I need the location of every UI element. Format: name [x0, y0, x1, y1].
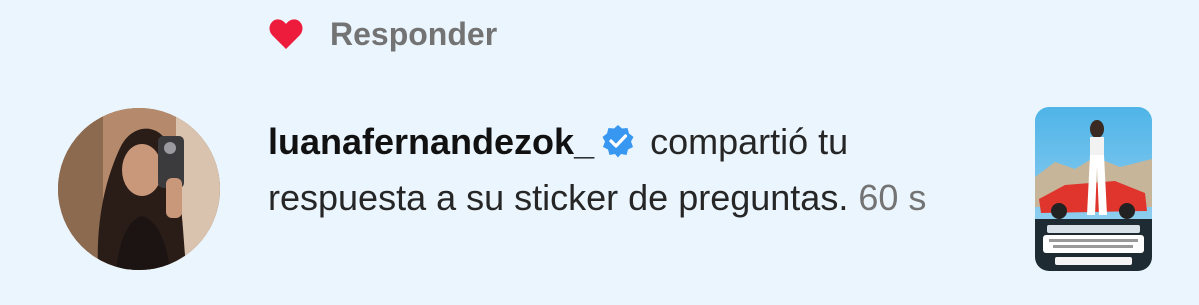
- username-link[interactable]: luanafernandezok_: [268, 121, 594, 162]
- avatar[interactable]: [58, 108, 220, 270]
- reply-button[interactable]: Responder: [330, 16, 497, 53]
- verified-badge-icon: [600, 119, 636, 158]
- timestamp: 60 s: [858, 177, 927, 218]
- heart-icon[interactable]: [268, 18, 304, 50]
- reply-row: Responder: [268, 14, 497, 54]
- notification-text: luanafernandezok_ compartió tu respuesta…: [268, 114, 1008, 226]
- message-part2: respuesta a su sticker de preguntas.: [268, 177, 849, 218]
- story-thumbnail[interactable]: [1035, 107, 1152, 271]
- message-part1: compartió tu: [650, 121, 849, 162]
